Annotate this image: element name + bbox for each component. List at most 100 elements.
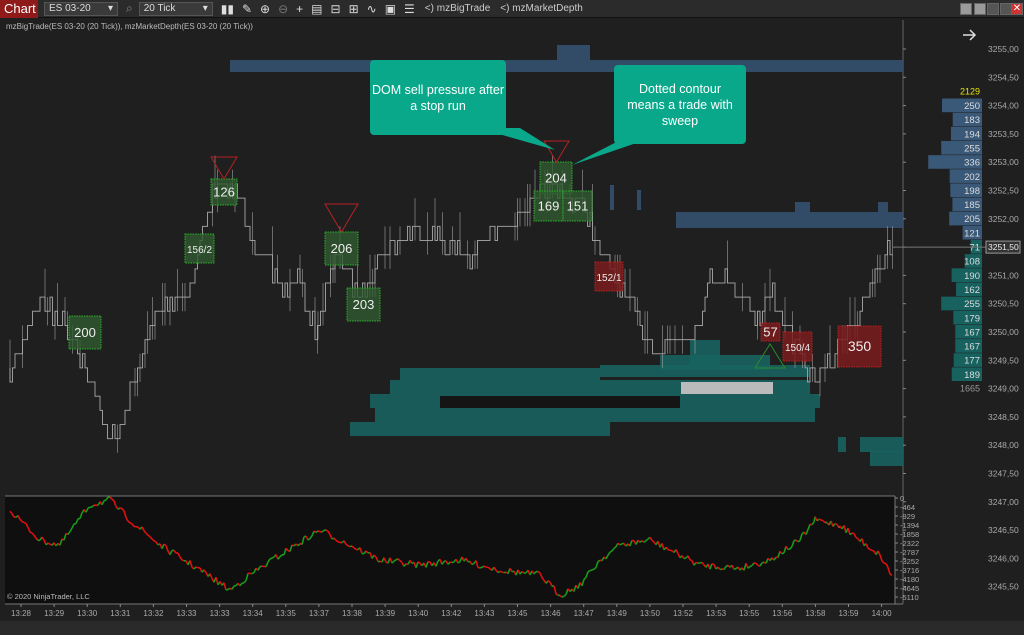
dom-ask-size: 185 bbox=[964, 200, 980, 211]
price-tick-label: 3246,50 bbox=[988, 525, 1019, 535]
indicator-tick-label: -1858 bbox=[900, 530, 919, 539]
indicator-line-segment bbox=[23, 521, 27, 525]
depth-heatmap-block bbox=[860, 437, 903, 452]
indicator-line-segment bbox=[711, 563, 715, 566]
scroll-bar[interactable] bbox=[0, 621, 1024, 635]
trade-label: 152/1 bbox=[596, 273, 621, 284]
price-tick-label: 3252,00 bbox=[988, 214, 1019, 224]
price-tick-label: 3248,50 bbox=[988, 412, 1019, 422]
indicator-line-segment bbox=[669, 549, 673, 552]
price-chart[interactable]: 200 156/2 126 206 203 204 169 151 152/1 57 150/4 35… bbox=[0, 0, 1024, 635]
time-tick-label: 13:58 bbox=[805, 609, 826, 618]
dom-bid-size: 179 bbox=[964, 313, 980, 324]
price-tick-label: 3245,50 bbox=[988, 582, 1019, 592]
price-tick-label: 3248,00 bbox=[988, 440, 1019, 450]
indicator-line-segment bbox=[547, 580, 551, 583]
dom-ask-size: 183 bbox=[964, 115, 980, 126]
indicator-line-segment bbox=[417, 561, 421, 564]
indicator-line-segment bbox=[855, 536, 859, 540]
indicator-line-segment bbox=[471, 562, 475, 566]
price-tick-label: 3250,00 bbox=[988, 327, 1019, 337]
indicator-line-segment bbox=[153, 540, 157, 543]
copyright: © 2020 NinjaTrader, LLC bbox=[7, 592, 90, 601]
indicator-line-segment bbox=[619, 542, 623, 546]
time-tick-label: 13:46 bbox=[541, 609, 562, 618]
time-tick-label: 13:43 bbox=[474, 609, 495, 618]
trade-label: 151 bbox=[567, 199, 589, 214]
trade-label: 200 bbox=[74, 325, 96, 340]
time-tick-label: 13:56 bbox=[772, 609, 793, 618]
indicator-line-segment bbox=[871, 549, 875, 552]
indicator-line-segment bbox=[117, 507, 121, 510]
indicator-line-segment bbox=[129, 522, 133, 525]
price-tick-label: 3251,00 bbox=[988, 270, 1019, 280]
price-tick-label: 3253,50 bbox=[988, 129, 1019, 139]
indicator-line-segment bbox=[87, 506, 91, 509]
indicator-line-segment bbox=[820, 519, 824, 522]
indicator-line-segment bbox=[719, 568, 723, 571]
dom-ask-size: 198 bbox=[964, 186, 980, 197]
dom-bid-size: 167 bbox=[964, 327, 980, 338]
indicator-line-segment bbox=[597, 559, 601, 563]
indicator-line-segment bbox=[29, 531, 33, 534]
indicator-line-segment bbox=[587, 569, 591, 573]
indicator-line-segment bbox=[589, 569, 593, 572]
indicator-line-segment bbox=[781, 552, 785, 555]
indicator-line-segment bbox=[457, 560, 461, 564]
dom-bid-size: 177 bbox=[964, 356, 980, 367]
depth-heatmap-block bbox=[230, 60, 903, 72]
indicator-line-segment bbox=[195, 566, 199, 569]
callout-dotted-contour: Dotted contour means a trade with sweep bbox=[614, 65, 746, 144]
indicator-tick-label: -3252 bbox=[900, 557, 919, 566]
callout-dom-sell-pressure: DOM sell pressure after a stop run bbox=[370, 60, 506, 135]
dom-bid-size: 108 bbox=[964, 257, 980, 268]
indicator-line-segment bbox=[269, 557, 273, 560]
depth-heatmap-block bbox=[838, 437, 846, 452]
time-tick-label: 13:30 bbox=[77, 609, 98, 618]
indicator-line-segment bbox=[695, 561, 699, 564]
indicator-line-segment bbox=[889, 573, 893, 577]
depth-gap bbox=[440, 396, 680, 408]
indicator-line-segment bbox=[347, 545, 351, 548]
indicator-tick-label: 0 bbox=[900, 494, 904, 503]
indicator-line-segment bbox=[818, 518, 822, 521]
trade-label: 150/4 bbox=[785, 343, 810, 354]
indicator-line-segment bbox=[591, 568, 595, 571]
indicator-line-segment bbox=[225, 588, 229, 591]
time-tick-label: 13:40 bbox=[408, 609, 429, 618]
time-tick-label: 13:45 bbox=[507, 609, 528, 618]
price-tick-label: 3249,50 bbox=[988, 355, 1019, 365]
depth-heatmap-block bbox=[375, 408, 815, 422]
time-tick-label: 13:42 bbox=[441, 609, 462, 618]
indicator-tick-label: -929 bbox=[900, 512, 915, 521]
trade-label: 126 bbox=[213, 185, 235, 200]
indicator-line-segment bbox=[325, 529, 329, 532]
depth-heatmap-block bbox=[610, 185, 614, 210]
time-tick-label: 13:34 bbox=[243, 609, 264, 618]
depth-heatmap-block bbox=[795, 202, 810, 212]
indicator-line-segment bbox=[251, 571, 255, 575]
dom-total-ask: 2129 bbox=[960, 86, 980, 96]
indicator-line-segment bbox=[181, 559, 185, 562]
price-tick-label: 3250,50 bbox=[988, 299, 1019, 309]
indicator-line-segment bbox=[761, 561, 765, 564]
time-tick-label: 13:52 bbox=[673, 609, 694, 618]
time-tick-label: 13:31 bbox=[110, 609, 131, 618]
indicator-tick-label: -2787 bbox=[900, 548, 919, 557]
trade-label: 156/2 bbox=[187, 245, 212, 256]
price-tick-label: 3246,00 bbox=[988, 553, 1019, 563]
indicator-tick-label: -464 bbox=[900, 503, 915, 512]
indicator-line-segment bbox=[393, 559, 397, 562]
time-tick-label: 13:59 bbox=[838, 609, 859, 618]
time-tick-label: 13:29 bbox=[44, 609, 65, 618]
dom-last-size: 71 bbox=[969, 243, 980, 254]
trade-label: 204 bbox=[545, 171, 567, 186]
indicator-line-segment bbox=[451, 561, 455, 564]
dom-bid-size: 162 bbox=[964, 285, 980, 296]
depth-heatmap-block bbox=[400, 368, 600, 380]
dom-ask-size: 250 bbox=[964, 101, 980, 112]
price-tick-label: 3249,00 bbox=[988, 384, 1019, 394]
dom-ask-size: 194 bbox=[964, 129, 980, 140]
trade-label: 203 bbox=[353, 297, 375, 312]
time-tick-label: 13:53 bbox=[706, 609, 727, 618]
